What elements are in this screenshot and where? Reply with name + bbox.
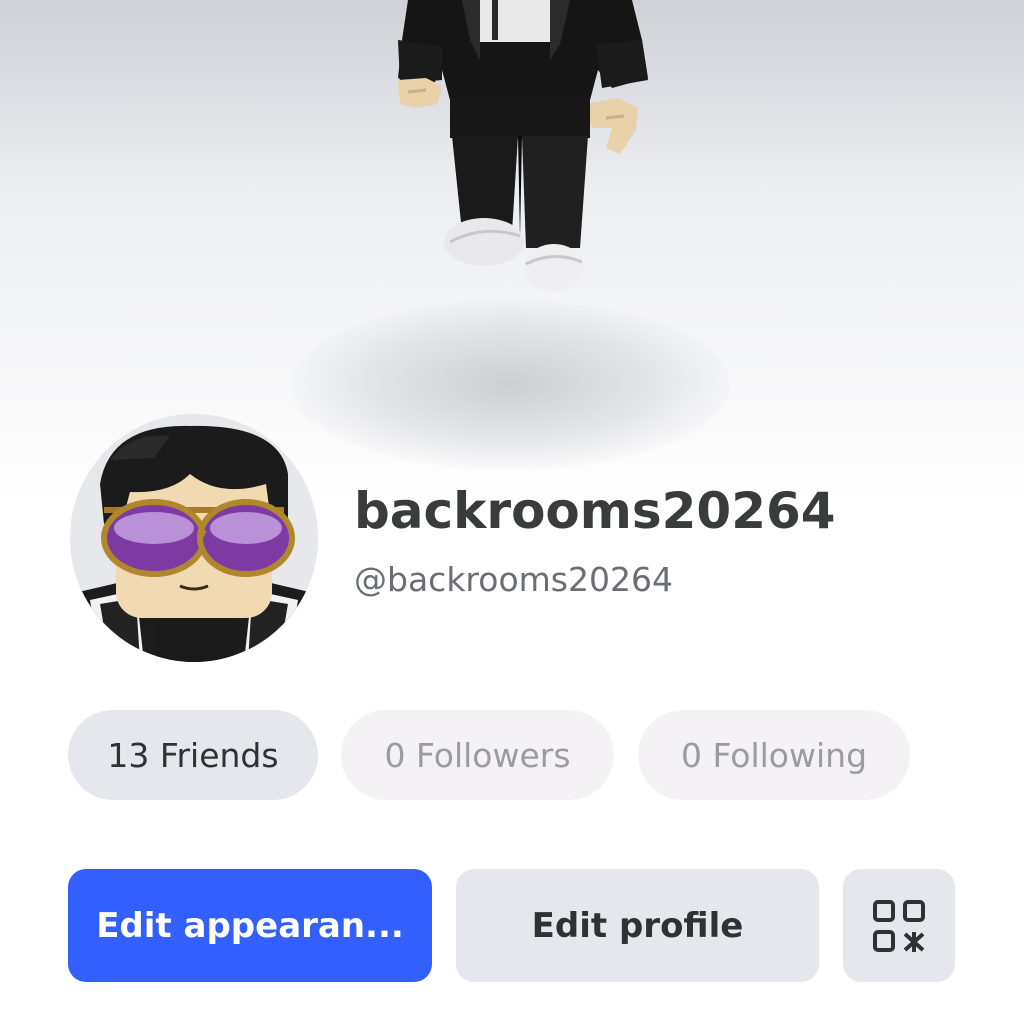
- display-name: backrooms20264: [354, 482, 836, 540]
- avatar-3d-figure: [398, 0, 648, 292]
- avatar-floor-shadow: [290, 300, 730, 470]
- avatar-headshot[interactable]: [70, 414, 318, 662]
- followers-count-button[interactable]: 0 Followers: [341, 710, 614, 800]
- qr-code-icon: [873, 899, 925, 952]
- username: @backrooms20264: [354, 560, 673, 599]
- qr-code-button[interactable]: [843, 869, 955, 982]
- following-count-button[interactable]: 0 Following: [638, 710, 910, 800]
- friends-count-button[interactable]: 13 Friends: [68, 710, 318, 800]
- avatar-headshot-icon: [70, 414, 318, 662]
- edit-profile-button[interactable]: Edit profile: [456, 869, 819, 982]
- edit-appearance-button[interactable]: Edit appearan...: [68, 869, 432, 982]
